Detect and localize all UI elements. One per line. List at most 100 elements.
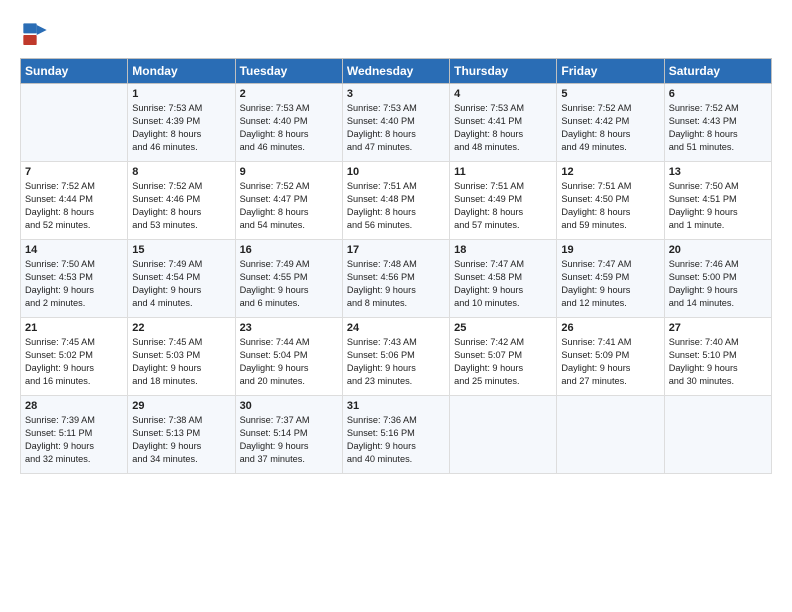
cell-details: Sunrise: 7:50 AMSunset: 4:51 PMDaylight:…: [669, 180, 767, 232]
weekday-header: Tuesday: [235, 59, 342, 84]
day-number: 22: [132, 322, 230, 334]
calendar-cell: 17Sunrise: 7:48 AMSunset: 4:56 PMDayligh…: [342, 240, 449, 318]
calendar-body: 1 Sunrise: 7:53 AMSunset: 4:39 PMDaylight…: [21, 84, 772, 474]
logo: [20, 20, 56, 50]
calendar-cell: 20Sunrise: 7:46 AMSunset: 5:00 PMDayligh…: [664, 240, 771, 318]
day-number: 4: [454, 88, 552, 100]
cell-details: Sunrise: 7:51 AMSunset: 4:50 PMDaylight:…: [561, 180, 659, 232]
day-number: 29: [132, 400, 230, 412]
day-number: 25: [454, 322, 552, 334]
cell-details: Sunrise: 7:52 AMSunset: 4:43 PMDaylight:…: [669, 102, 767, 154]
calendar-cell: 23 Sunrise: 7:44 AMSunset: 5:04 PMDayligh…: [235, 318, 342, 396]
calendar-cell: 8 Sunrise: 7:52 AMSunset: 4:46 PMDaylight…: [128, 162, 235, 240]
day-number: 31: [347, 400, 445, 412]
cell-details: Sunrise: 7:45 AMSunset: 5:03 PMDaylight:…: [132, 336, 230, 388]
day-number: 13: [669, 166, 767, 178]
day-number: 26: [561, 322, 659, 334]
cell-details: Sunrise: 7:37 AMSunset: 5:14 PMDaylight:…: [240, 414, 338, 466]
logo-icon: [20, 20, 50, 50]
calendar-week-row: 7 Sunrise: 7:52 AMSunset: 4:44 PMDaylight…: [21, 162, 772, 240]
cell-details: Sunrise: 7:47 AMSunset: 4:58 PMDaylight:…: [454, 258, 552, 310]
day-number: 18: [454, 244, 552, 256]
calendar-cell: 22 Sunrise: 7:45 AMSunset: 5:03 PMDayligh…: [128, 318, 235, 396]
day-number: 19: [561, 244, 659, 256]
cell-details: Sunrise: 7:52 AMSunset: 4:42 PMDaylight:…: [561, 102, 659, 154]
header: [20, 16, 772, 50]
calendar-cell: 28Sunrise: 7:39 AMSunset: 5:11 PMDayligh…: [21, 396, 128, 474]
day-number: 14: [25, 244, 123, 256]
cell-details: Sunrise: 7:42 AMSunset: 5:07 PMDaylight:…: [454, 336, 552, 388]
cell-details: Sunrise: 7:45 AMSunset: 5:02 PMDaylight:…: [25, 336, 123, 388]
cell-details: Sunrise: 7:53 AMSunset: 4:40 PMDaylight:…: [240, 102, 338, 154]
calendar-week-row: 14 Sunrise: 7:50 AMSunset: 4:53 PMDayligh…: [21, 240, 772, 318]
weekday-header: Monday: [128, 59, 235, 84]
weekday-header: Friday: [557, 59, 664, 84]
calendar-cell: 7 Sunrise: 7:52 AMSunset: 4:44 PMDaylight…: [21, 162, 128, 240]
cell-details: Sunrise: 7:47 AMSunset: 4:59 PMDaylight:…: [561, 258, 659, 310]
page: SundayMondayTuesdayWednesdayThursdayFrid…: [0, 0, 792, 612]
calendar-week-row: 28Sunrise: 7:39 AMSunset: 5:11 PMDayligh…: [21, 396, 772, 474]
calendar-cell: 5 Sunrise: 7:52 AMSunset: 4:42 PMDaylight…: [557, 84, 664, 162]
calendar-table: SundayMondayTuesdayWednesdayThursdayFrid…: [20, 58, 772, 474]
day-number: 5: [561, 88, 659, 100]
day-number: 15: [132, 244, 230, 256]
day-number: 16: [240, 244, 338, 256]
calendar-cell: 10Sunrise: 7:51 AMSunset: 4:48 PMDayligh…: [342, 162, 449, 240]
calendar-cell: 14 Sunrise: 7:50 AMSunset: 4:53 PMDayligh…: [21, 240, 128, 318]
calendar-cell: 9Sunrise: 7:52 AMSunset: 4:47 PMDaylight…: [235, 162, 342, 240]
day-number: 10: [347, 166, 445, 178]
day-number: 17: [347, 244, 445, 256]
cell-details: Sunrise: 7:36 AMSunset: 5:16 PMDaylight:…: [347, 414, 445, 466]
day-number: 30: [240, 400, 338, 412]
cell-details: Sunrise: 7:44 AMSunset: 5:04 PMDaylight:…: [240, 336, 338, 388]
calendar-cell: 25 Sunrise: 7:42 AMSunset: 5:07 PMDayligh…: [450, 318, 557, 396]
day-number: 2: [240, 88, 338, 100]
calendar-cell: 13 Sunrise: 7:50 AMSunset: 4:51 PMDayligh…: [664, 162, 771, 240]
day-number: 21: [25, 322, 123, 334]
cell-details: Sunrise: 7:39 AMSunset: 5:11 PMDaylight:…: [25, 414, 123, 466]
calendar-cell: 2 Sunrise: 7:53 AMSunset: 4:40 PMDaylight…: [235, 84, 342, 162]
day-number: 24: [347, 322, 445, 334]
cell-details: Sunrise: 7:50 AMSunset: 4:53 PMDaylight:…: [25, 258, 123, 310]
cell-details: Sunrise: 7:52 AMSunset: 4:44 PMDaylight:…: [25, 180, 123, 232]
calendar-cell: 11Sunrise: 7:51 AMSunset: 4:49 PMDayligh…: [450, 162, 557, 240]
calendar-week-row: 1 Sunrise: 7:53 AMSunset: 4:39 PMDaylight…: [21, 84, 772, 162]
cell-details: Sunrise: 7:40 AMSunset: 5:10 PMDaylight:…: [669, 336, 767, 388]
calendar-cell: 24 Sunrise: 7:43 AMSunset: 5:06 PMDayligh…: [342, 318, 449, 396]
calendar-cell: 16Sunrise: 7:49 AMSunset: 4:55 PMDayligh…: [235, 240, 342, 318]
cell-details: Sunrise: 7:38 AMSunset: 5:13 PMDaylight:…: [132, 414, 230, 466]
calendar-cell: 1 Sunrise: 7:53 AMSunset: 4:39 PMDaylight…: [128, 84, 235, 162]
weekday-header: Thursday: [450, 59, 557, 84]
day-number: 11: [454, 166, 552, 178]
calendar-header-row: SundayMondayTuesdayWednesdayThursdayFrid…: [21, 59, 772, 84]
calendar-cell: 18 Sunrise: 7:47 AMSunset: 4:58 PMDayligh…: [450, 240, 557, 318]
day-number: 6: [669, 88, 767, 100]
calendar-cell: 29 Sunrise: 7:38 AMSunset: 5:13 PMDayligh…: [128, 396, 235, 474]
calendar-cell: 15 Sunrise: 7:49 AMSunset: 4:54 PMDayligh…: [128, 240, 235, 318]
calendar-cell: [450, 396, 557, 474]
day-number: 12: [561, 166, 659, 178]
calendar-cell: [664, 396, 771, 474]
calendar-cell: 21 Sunrise: 7:45 AMSunset: 5:02 PMDayligh…: [21, 318, 128, 396]
cell-details: Sunrise: 7:43 AMSunset: 5:06 PMDaylight:…: [347, 336, 445, 388]
day-number: 9: [240, 166, 338, 178]
calendar-cell: 27 Sunrise: 7:40 AMSunset: 5:10 PMDayligh…: [664, 318, 771, 396]
day-number: 27: [669, 322, 767, 334]
day-number: 20: [669, 244, 767, 256]
cell-details: Sunrise: 7:53 AMSunset: 4:39 PMDaylight:…: [132, 102, 230, 154]
cell-details: Sunrise: 7:49 AMSunset: 4:54 PMDaylight:…: [132, 258, 230, 310]
calendar-cell: 19 Sunrise: 7:47 AMSunset: 4:59 PMDayligh…: [557, 240, 664, 318]
day-number: 8: [132, 166, 230, 178]
calendar-week-row: 21 Sunrise: 7:45 AMSunset: 5:02 PMDayligh…: [21, 318, 772, 396]
calendar-cell: 6 Sunrise: 7:52 AMSunset: 4:43 PMDaylight…: [664, 84, 771, 162]
calendar-cell: 26Sunrise: 7:41 AMSunset: 5:09 PMDayligh…: [557, 318, 664, 396]
cell-details: Sunrise: 7:52 AMSunset: 4:46 PMDaylight:…: [132, 180, 230, 232]
day-number: 23: [240, 322, 338, 334]
weekday-header: Wednesday: [342, 59, 449, 84]
day-number: 7: [25, 166, 123, 178]
cell-details: Sunrise: 7:53 AMSunset: 4:41 PMDaylight:…: [454, 102, 552, 154]
calendar-cell: 4 Sunrise: 7:53 AMSunset: 4:41 PMDaylight…: [450, 84, 557, 162]
weekday-header: Sunday: [21, 59, 128, 84]
calendar-cell: 30 Sunrise: 7:37 AMSunset: 5:14 PMDayligh…: [235, 396, 342, 474]
day-number: 1: [132, 88, 230, 100]
